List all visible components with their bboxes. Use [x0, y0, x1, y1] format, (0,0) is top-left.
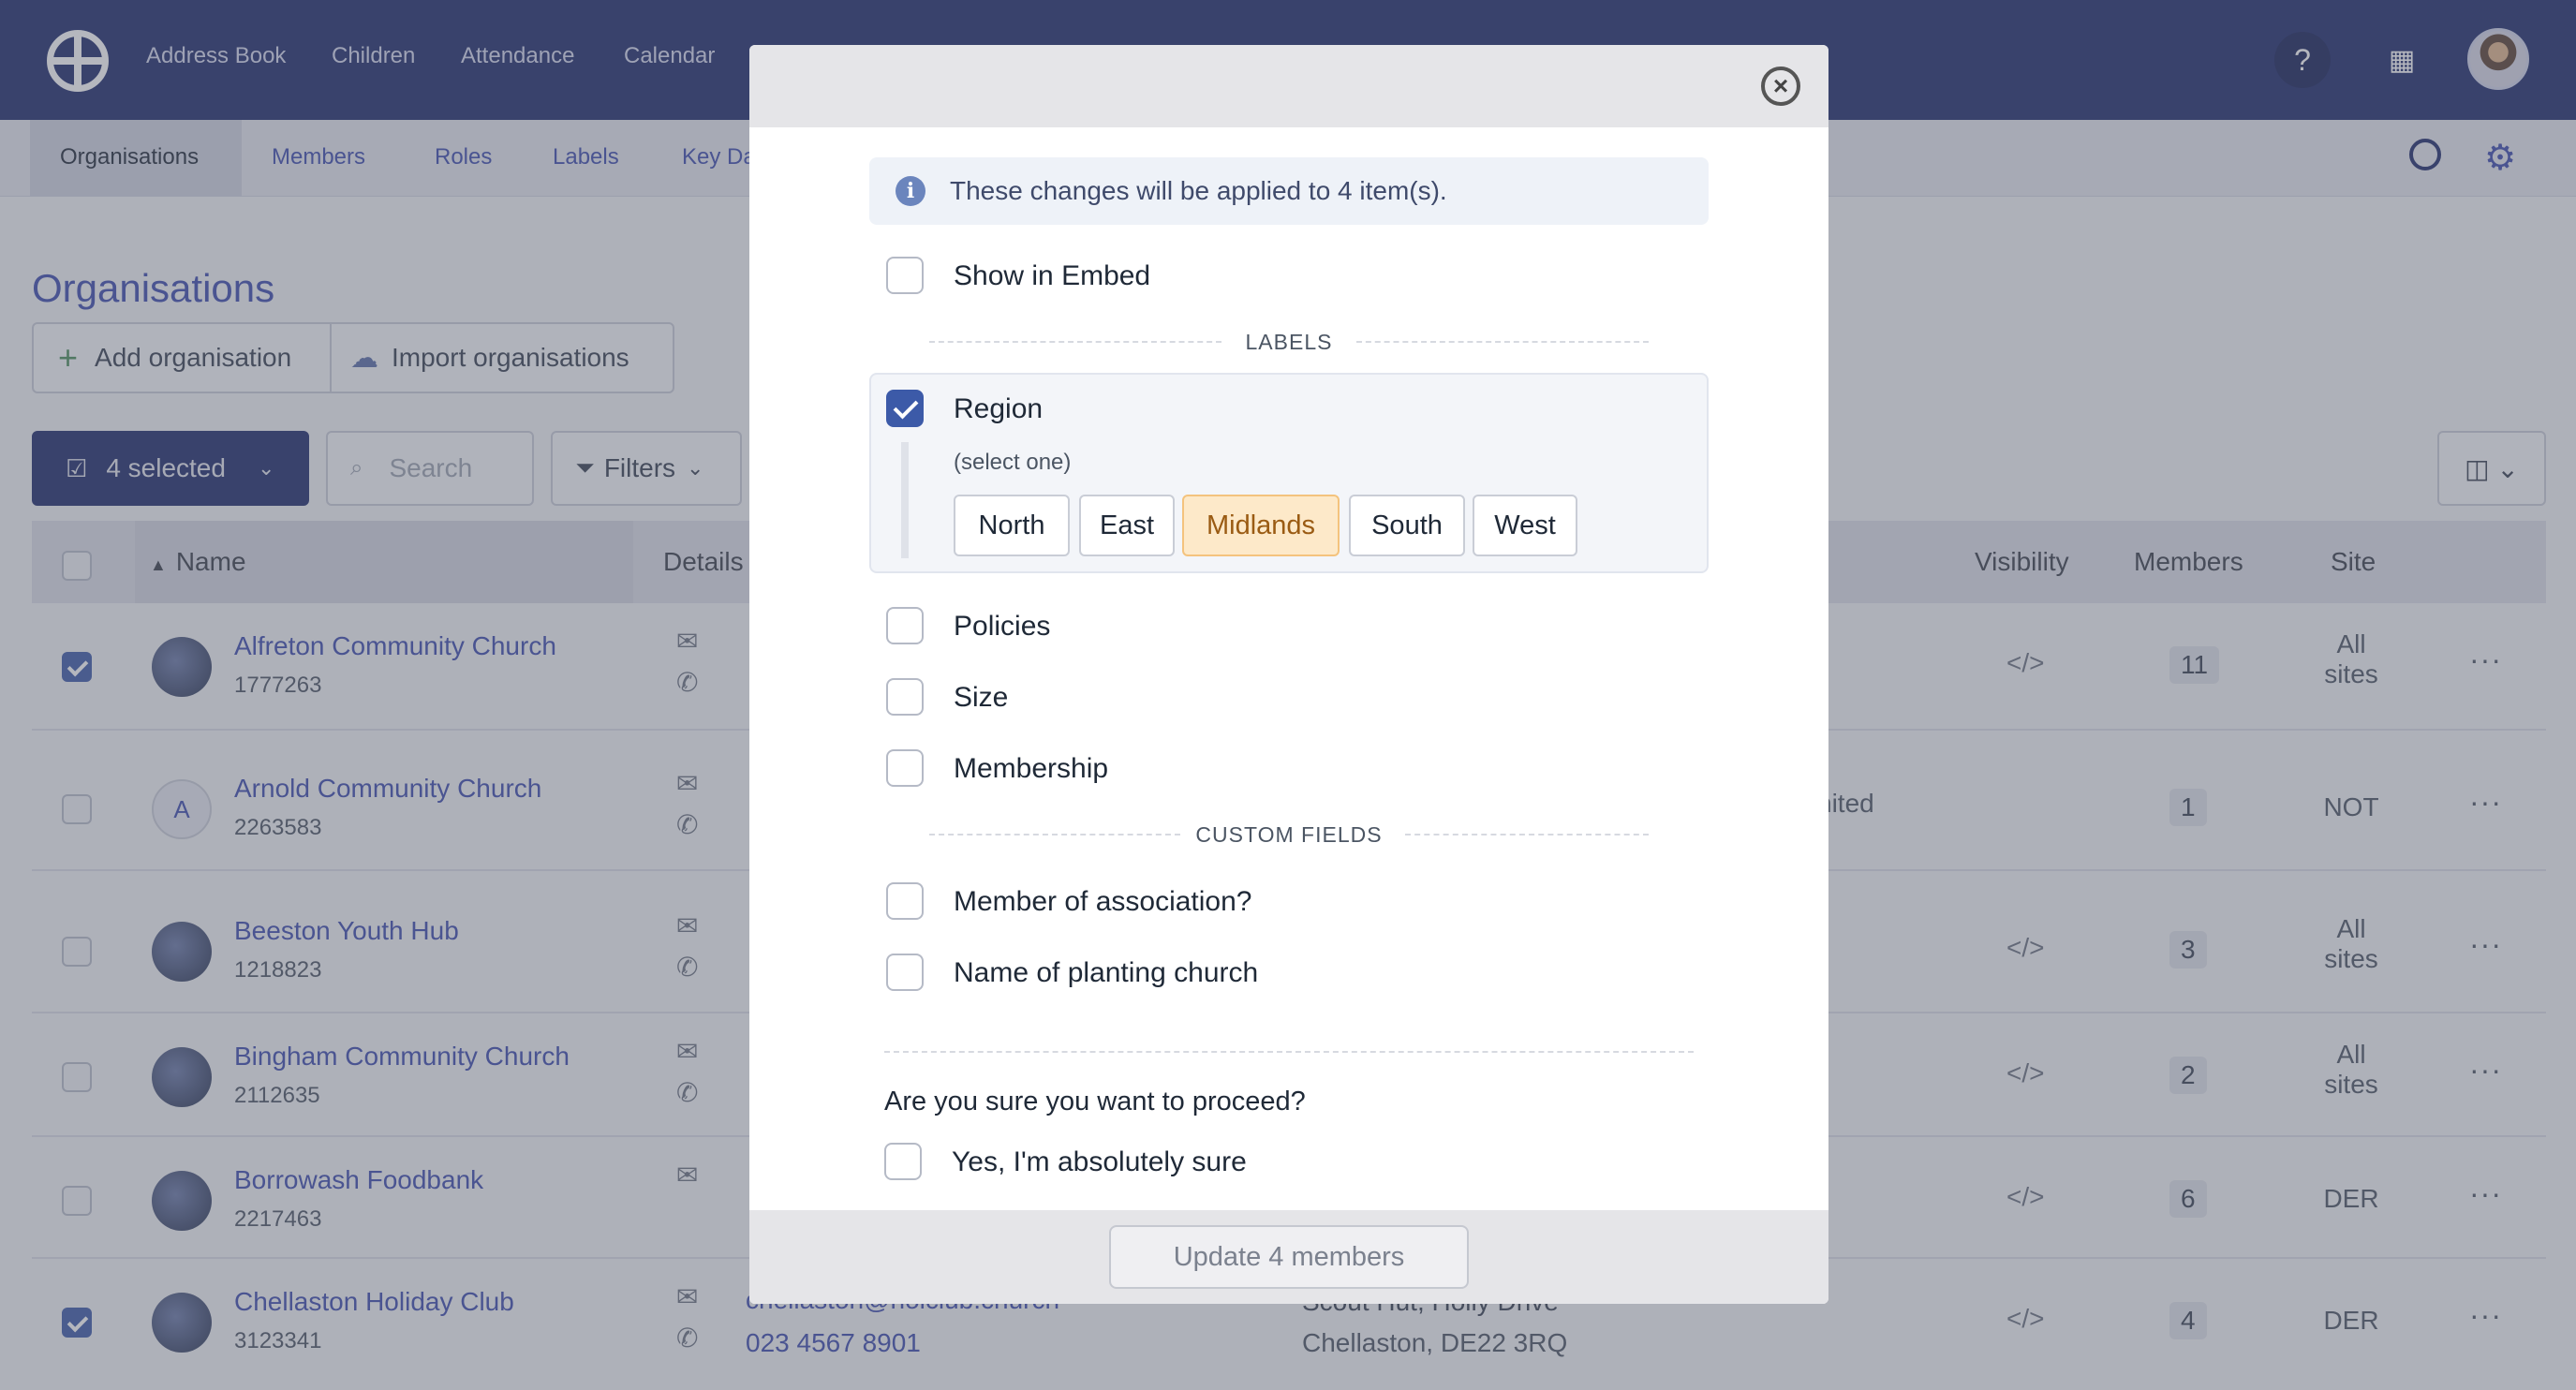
info-banner: i These changes will be applied to 4 ite…	[869, 157, 1709, 225]
divider	[1405, 834, 1649, 835]
divider	[929, 341, 1221, 343]
select-one-hint: (select one)	[954, 450, 1072, 475]
region-checkbox[interactable]	[886, 390, 924, 427]
member-of-association-checkbox[interactable]	[886, 882, 924, 920]
close-icon[interactable]: ×	[1761, 67, 1800, 106]
show-in-embed-checkbox[interactable]	[886, 257, 924, 294]
info-icon: i	[896, 176, 925, 206]
region-label: Region	[954, 393, 1044, 424]
region-label-group: Region (select one) North East Midlands …	[869, 373, 1709, 573]
policies-checkbox[interactable]	[886, 607, 924, 644]
divider	[1356, 341, 1649, 343]
region-option-north[interactable]: North	[954, 495, 1070, 556]
policies-label: Policies	[954, 611, 1051, 642]
membership-label: Membership	[954, 753, 1109, 784]
confirm-checkbox[interactable]	[884, 1143, 922, 1180]
info-text: These changes will be applied to 4 item(…	[950, 176, 1447, 205]
size-checkbox[interactable]	[886, 678, 924, 716]
membership-checkbox[interactable]	[886, 749, 924, 787]
update-members-button[interactable]: Update 4 members	[1109, 1225, 1469, 1289]
modal-header	[749, 45, 1828, 127]
bulk-edit-modal: × i These changes will be applied to 4 i…	[749, 45, 1828, 1304]
labels-section-title: LABELS	[1245, 330, 1333, 354]
show-in-embed-label: Show in Embed	[954, 260, 1151, 291]
region-indent-bar	[901, 442, 909, 558]
divider	[884, 1051, 1694, 1053]
region-option-east[interactable]: East	[1079, 495, 1175, 556]
region-option-midlands[interactable]: Midlands	[1182, 495, 1340, 556]
planting-church-checkbox[interactable]	[886, 954, 924, 991]
region-option-south[interactable]: South	[1349, 495, 1465, 556]
divider	[929, 834, 1180, 835]
region-option-west[interactable]: West	[1473, 495, 1577, 556]
planting-church-label: Name of planting church	[954, 957, 1259, 988]
size-label: Size	[954, 682, 1009, 713]
custom-fields-section-title: CUSTOM FIELDS	[1195, 822, 1383, 847]
confirm-label: Yes, I'm absolutely sure	[952, 1146, 1247, 1177]
confirm-question: Are you sure you want to proceed?	[884, 1087, 1306, 1116]
modal-footer: Update 4 members	[749, 1210, 1828, 1304]
member-of-association-label: Member of association?	[954, 886, 1252, 917]
